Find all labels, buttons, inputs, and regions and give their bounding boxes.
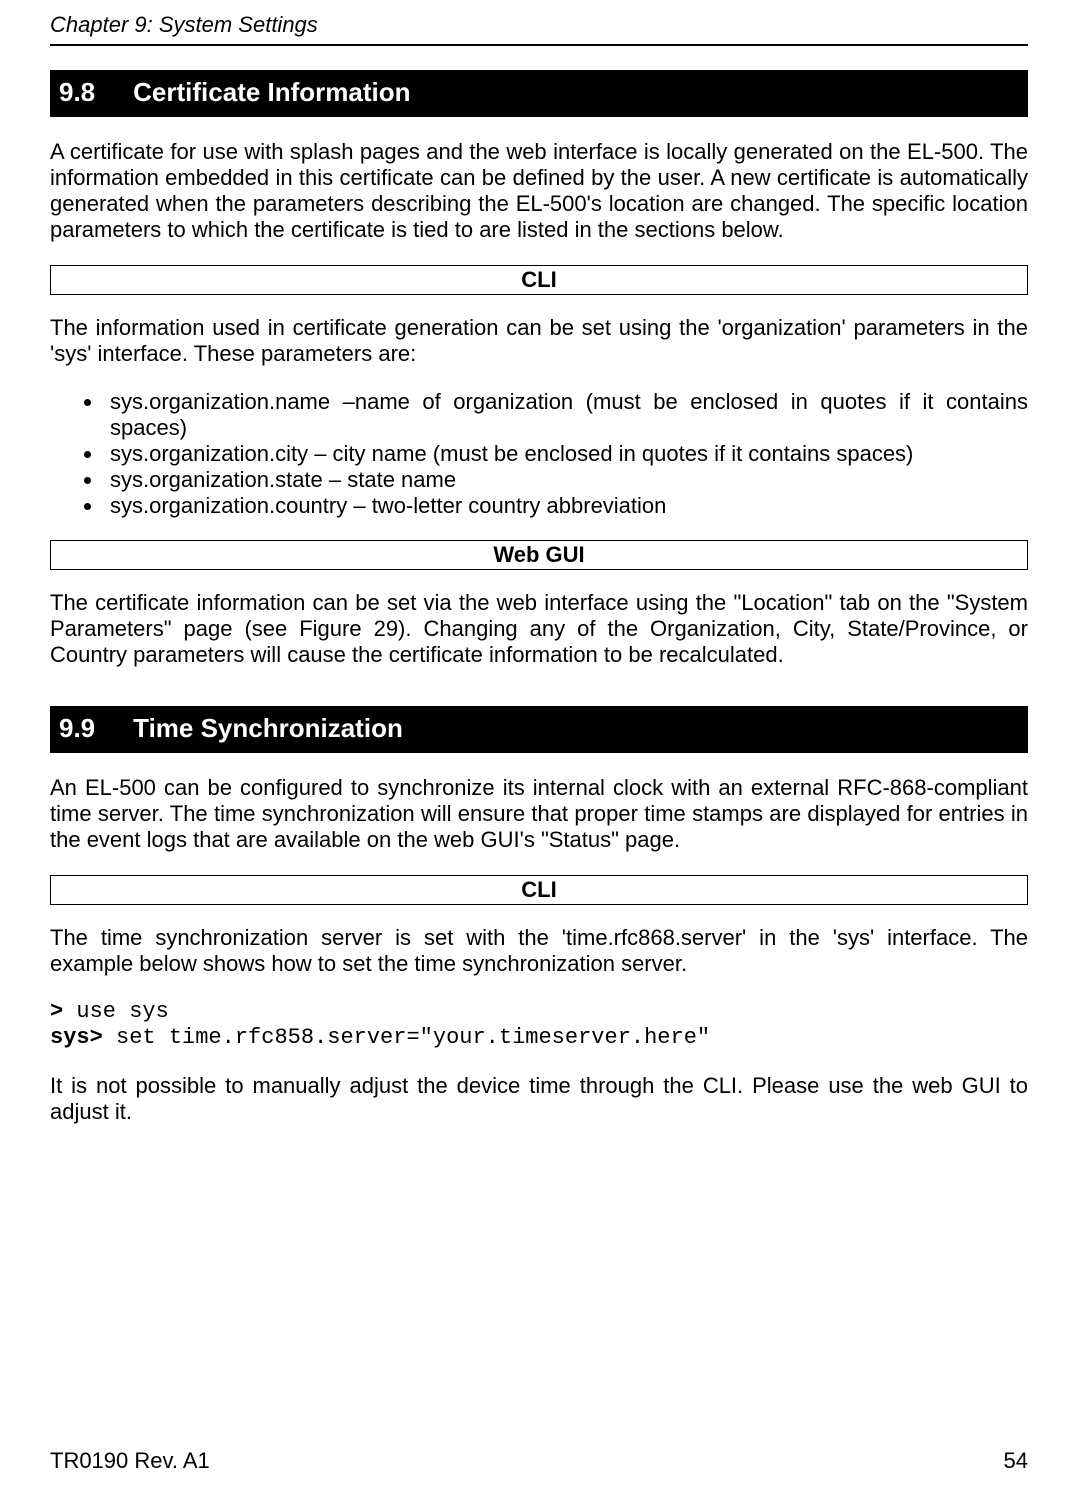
command-text: use sys xyxy=(63,999,169,1024)
section-9-9-intro: An EL-500 can be configured to synchroni… xyxy=(50,775,1028,853)
list-item: sys.organization.state – state name xyxy=(104,467,1028,493)
cli-subheading-2: CLI xyxy=(50,875,1028,905)
section-heading-9-8: 9.8 Certificate Information xyxy=(50,70,1028,117)
section-heading-9-9: 9.9 Time Synchronization xyxy=(50,706,1028,753)
list-item: sys.organization.name –name of organizat… xyxy=(104,389,1028,441)
prompt: sys> xyxy=(50,1025,103,1050)
code-example: > use sys sys> set time.rfc858.server="y… xyxy=(50,999,1028,1051)
header-rule xyxy=(50,44,1028,46)
prompt: > xyxy=(50,999,63,1024)
cli-intro-text: The information used in certificate gene… xyxy=(50,315,1028,367)
page-number: 54 xyxy=(1004,1448,1028,1474)
section-title: Certificate Information xyxy=(133,77,410,108)
cli-note: It is not possible to manually adjust th… xyxy=(50,1073,1028,1125)
cli-intro-text-2: The time synchronization server is set w… xyxy=(50,925,1028,977)
section-number: 9.9 xyxy=(59,713,95,744)
page-footer: TR0190 Rev. A1 54 xyxy=(50,1448,1028,1474)
chapter-header: Chapter 9: System Settings xyxy=(50,12,1028,38)
cli-subheading: CLI xyxy=(50,265,1028,295)
section-number: 9.8 xyxy=(59,77,95,108)
webgui-text: The certificate information can be set v… xyxy=(50,590,1028,668)
section-9-8-intro: A certificate for use with splash pages … xyxy=(50,139,1028,243)
webgui-subheading: Web GUI xyxy=(50,540,1028,570)
parameter-list: sys.organization.name –name of organizat… xyxy=(50,389,1028,519)
list-item: sys.organization.city – city name (must … xyxy=(104,441,1028,467)
command-text: set time.rfc858.server="your.timeserver.… xyxy=(103,1025,710,1050)
doc-revision: TR0190 Rev. A1 xyxy=(50,1448,210,1474)
section-title: Time Synchronization xyxy=(133,713,403,744)
list-item: sys.organization.country – two-letter co… xyxy=(104,493,1028,519)
